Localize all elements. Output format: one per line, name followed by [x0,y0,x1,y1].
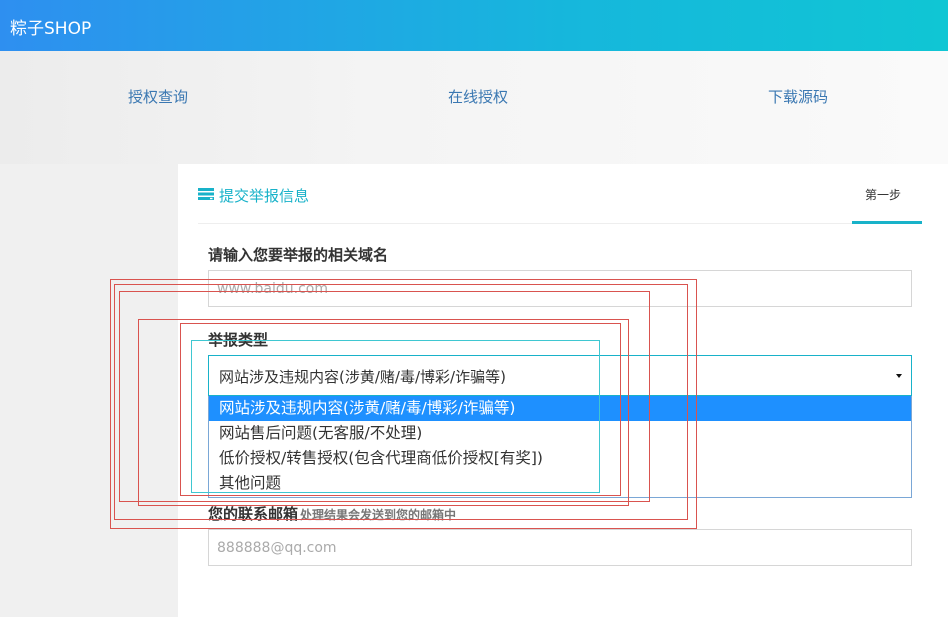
domain-label: 请输入您要举报的相关域名 [208,246,389,264]
nav-download-source[interactable]: 下载源码 [768,86,828,107]
email-hint: 处理结果会发送到您的邮箱中 [300,508,457,522]
report-type-selected-value: 网站涉及违规内容(涉黄/赌/毒/博彩/诈骗等) [219,368,506,386]
option-violating-content[interactable]: 网站涉及违规内容(涉黄/赌/毒/博彩/诈骗等) [209,396,911,421]
brand-logo[interactable]: 粽子SHOP [10,14,91,39]
email-label-text: 您的联系邮箱 [208,505,299,523]
email-input[interactable] [208,529,912,566]
report-type-select[interactable]: 网站涉及违规内容(涉黄/赌/毒/博彩/诈骗等) [208,355,912,396]
domain-input[interactable] [208,270,912,307]
email-label: 您的联系邮箱 处理结果会发送到您的邮箱中 [208,503,456,524]
option-after-sales[interactable]: 网站售后问题(无客服/不处理) [209,421,911,446]
option-other[interactable]: 其他问题 [209,471,911,496]
nav-auth-query[interactable]: 授权查询 [128,86,188,107]
top-header: 粽子SHOP [0,0,948,51]
tab-step-one[interactable]: 第一步 [852,164,922,224]
form-list-icon [198,188,214,200]
option-low-price-auth[interactable]: 低价授权/转售授权(包含代理商低价授权[有奖]) [209,446,911,471]
nav-online-auth[interactable]: 在线授权 [448,86,508,107]
report-type-label: 举报类型 [208,331,269,349]
caret-down-icon [896,374,902,378]
card-title: 提交举报信息 [219,187,310,205]
step-label: 第一步 [865,188,902,202]
card-header: 提交举报信息 第一步 [198,164,922,224]
report-type-options: 网站涉及违规内容(涉黄/赌/毒/博彩/诈骗等) 网站售后问题(无客服/不处理) … [208,396,912,498]
nav-bar: 授权查询 在线授权 下载源码 [0,51,948,164]
